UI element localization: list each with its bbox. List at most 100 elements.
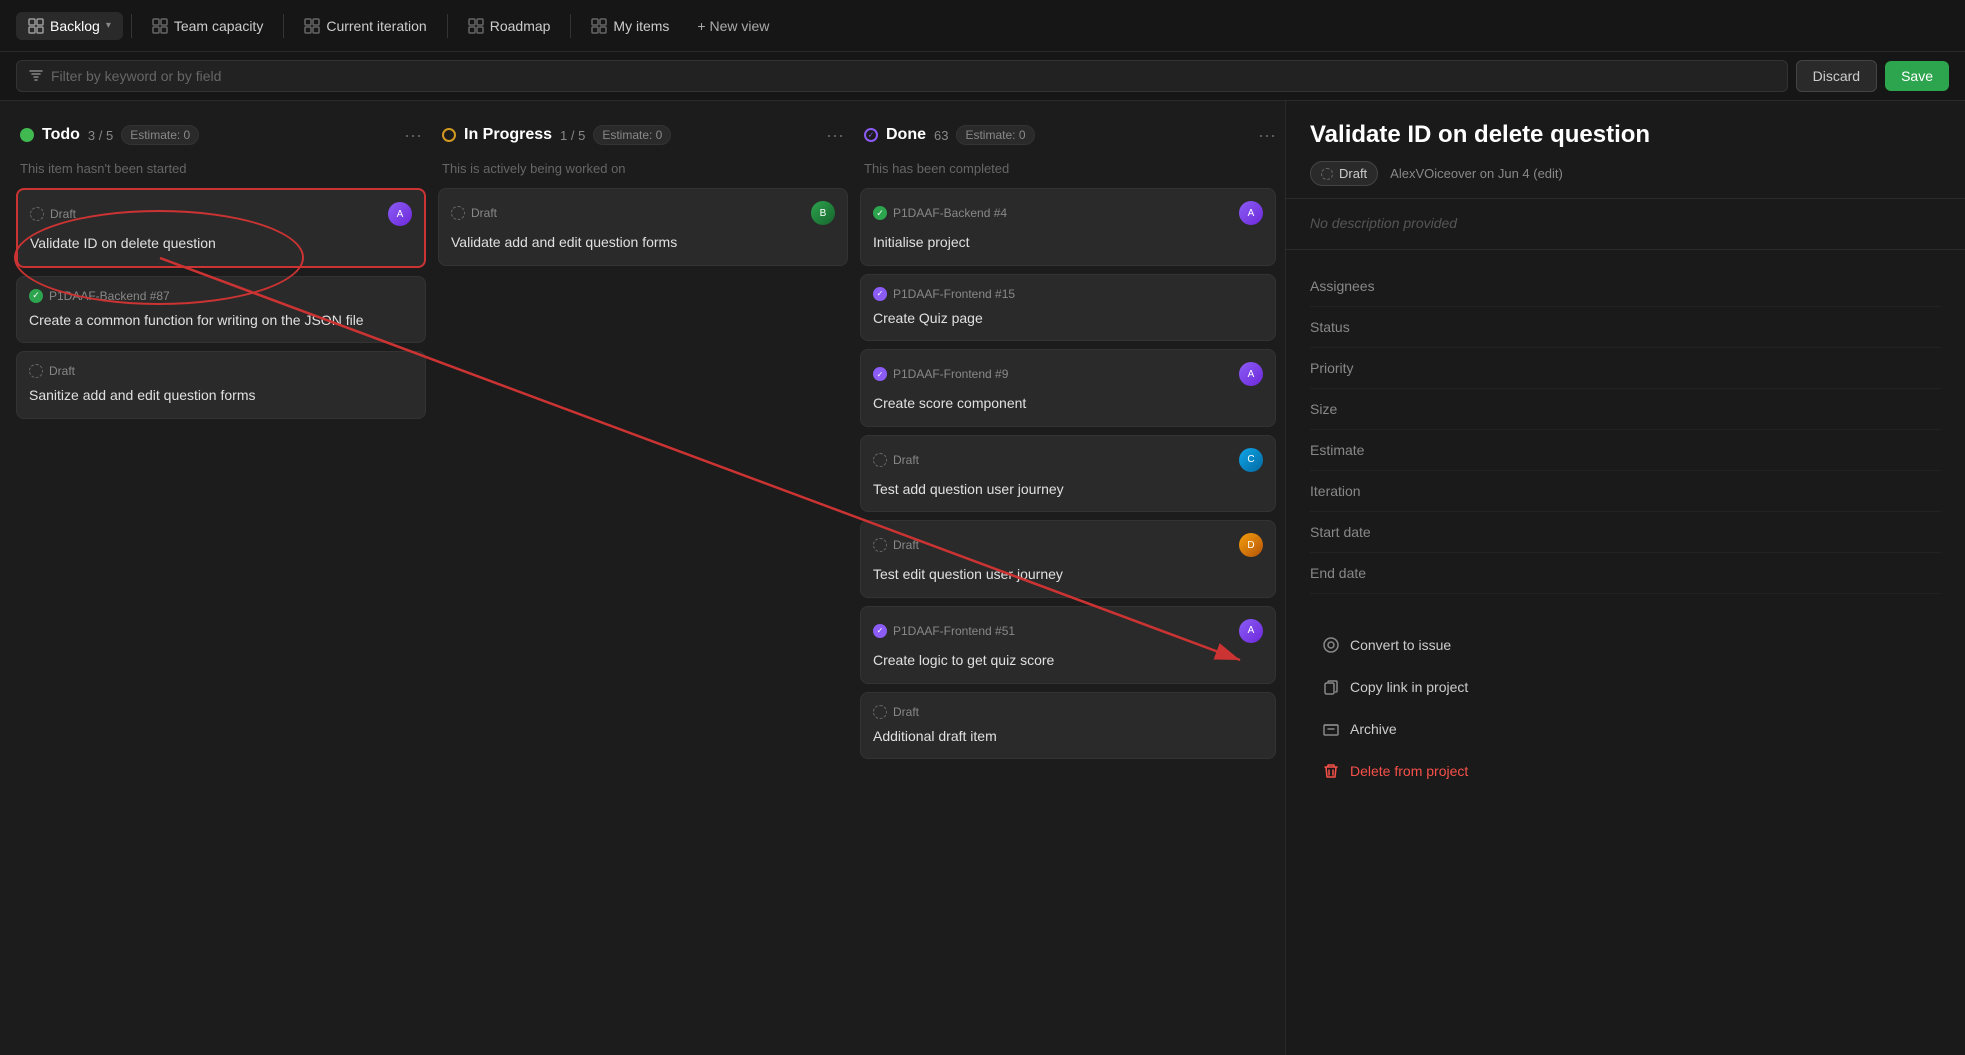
nav-current-iteration[interactable]: Current iteration	[292, 12, 438, 40]
card-validate-forms-avatar: B	[811, 201, 835, 225]
draft-icon-5	[873, 538, 887, 552]
nav-my-items[interactable]: My items	[579, 12, 681, 40]
card-validate-forms-title: Validate add and edit question forms	[451, 233, 835, 253]
todo-count: 3 / 5	[88, 128, 113, 143]
card-initialise-project[interactable]: ✓ P1DAAF-Backend #4 A Initialise project	[860, 188, 1276, 266]
new-view-label: + New view	[697, 18, 769, 34]
panel-title: Validate ID on delete question	[1310, 121, 1941, 149]
card-score-avatar: A	[1239, 362, 1263, 386]
discard-button[interactable]: Discard	[1796, 60, 1877, 92]
draft-icon-3	[451, 206, 465, 220]
card-extra-draft-label: Draft	[873, 705, 919, 719]
card-quiz-score[interactable]: P1DAAF-Frontend #51 A Create logic to ge…	[860, 606, 1276, 684]
card-validate-id-header: Draft A	[30, 202, 412, 226]
card-test-edit-journey[interactable]: Draft D Test edit question user journey	[860, 520, 1276, 598]
my-items-label: My items	[613, 18, 669, 34]
done-estimate: Estimate: 0	[956, 125, 1034, 145]
action-archive[interactable]: Archive	[1310, 710, 1941, 748]
backend-label-2: P1DAAF-Backend #4	[893, 206, 1007, 220]
frontend-icon-3	[873, 624, 887, 638]
field-size[interactable]: Size	[1310, 389, 1941, 430]
backlog-dropdown[interactable]: ▾	[106, 20, 111, 31]
backend-icon-2: ✓	[873, 206, 887, 220]
archive-label: Archive	[1350, 721, 1397, 737]
field-end-date[interactable]: End date	[1310, 553, 1941, 594]
nav-team-capacity[interactable]: Team capacity	[140, 12, 275, 40]
my-items-icon	[591, 18, 607, 34]
card-quiz-score-avatar: A	[1239, 619, 1263, 643]
field-estimate-label: Estimate	[1310, 442, 1450, 458]
panel-fields: Assignees Status Priority Size Estimate …	[1286, 250, 1965, 610]
card-validate-id-avatar: A	[388, 202, 412, 226]
card-json-function[interactable]: ✓ P1DAAF-Backend #87 Create a common fun…	[16, 276, 426, 344]
panel-meta: Draft AlexVOiceover on Jun 4 (edit)	[1310, 161, 1941, 186]
todo-more-menu[interactable]: ···	[404, 126, 422, 144]
nav-divider-3	[447, 14, 448, 38]
field-iteration[interactable]: Iteration	[1310, 471, 1941, 512]
filter-icon	[29, 69, 43, 83]
right-panel: Validate ID on delete question Draft Ale…	[1285, 101, 1965, 1055]
field-assignees[interactable]: Assignees	[1310, 266, 1941, 307]
field-start-date[interactable]: Start date	[1310, 512, 1941, 553]
card-test-edit-header: Draft D	[873, 533, 1263, 557]
current-iteration-label: Current iteration	[326, 18, 426, 34]
nav-roadmap[interactable]: Roadmap	[456, 12, 563, 40]
draft-label-text-3: Draft	[471, 206, 497, 220]
backend-icon: ✓	[29, 289, 43, 303]
field-status-label: Status	[1310, 319, 1450, 335]
new-view-button[interactable]: + New view	[685, 12, 781, 40]
action-delete[interactable]: Delete from project	[1310, 752, 1941, 790]
field-status[interactable]: Status	[1310, 307, 1941, 348]
card-sanitize-label: Draft	[29, 364, 75, 378]
nav-divider-4	[570, 14, 571, 38]
kanban-area: Todo 3 / 5 Estimate: 0 ··· This item has…	[0, 101, 1285, 1055]
column-inprogress-header: In Progress 1 / 5 Estimate: 0 ···	[438, 117, 848, 153]
card-test-add-label: Draft	[873, 453, 919, 467]
panel-author: AlexVOiceover on Jun 4 (edit)	[1390, 166, 1563, 181]
card-validate-forms[interactable]: Draft B Validate add and edit question f…	[438, 188, 848, 266]
column-todo: Todo 3 / 5 Estimate: 0 ··· This item has…	[16, 117, 426, 1039]
panel-body: No description provided	[1286, 199, 1965, 250]
inprogress-description: This is actively being worked on	[438, 161, 848, 180]
todo-status-dot	[20, 128, 34, 142]
card-quiz-page[interactable]: P1DAAF-Frontend #15 Create Quiz page	[860, 274, 1276, 342]
field-end-date-label: End date	[1310, 565, 1450, 581]
card-validate-forms-header: Draft B	[451, 201, 835, 225]
column-todo-header: Todo 3 / 5 Estimate: 0 ···	[16, 117, 426, 153]
card-test-edit-title: Test edit question user journey	[873, 565, 1263, 585]
column-done: Done 63 Estimate: 0 ··· This has been co…	[860, 117, 1280, 1039]
done-more-menu[interactable]: ···	[1258, 126, 1276, 144]
save-button[interactable]: Save	[1885, 61, 1949, 91]
top-nav: Backlog ▾ Team capacity Current iteratio…	[0, 0, 1965, 52]
copy-link-icon	[1322, 678, 1340, 696]
card-test-add-title: Test add question user journey	[873, 480, 1263, 500]
card-json-header: ✓ P1DAAF-Backend #87	[29, 289, 413, 303]
archive-icon	[1322, 720, 1340, 738]
filter-placeholder: Filter by keyword or by field	[51, 68, 221, 84]
card-json-label: ✓ P1DAAF-Backend #87	[29, 289, 170, 303]
card-sanitize-title: Sanitize add and edit question forms	[29, 386, 413, 406]
field-iteration-label: Iteration	[1310, 483, 1450, 499]
column-done-header: Done 63 Estimate: 0 ···	[860, 117, 1280, 153]
card-test-edit-avatar: D	[1239, 533, 1263, 557]
panel-draft-icon	[1321, 168, 1333, 180]
nav-backlog[interactable]: Backlog ▾	[16, 12, 123, 40]
card-validate-id[interactable]: Draft A Validate ID on delete question	[16, 188, 426, 268]
panel-actions: Convert to issue Copy link in project	[1286, 610, 1965, 806]
convert-icon	[1322, 636, 1340, 654]
nav-divider-1	[131, 14, 132, 38]
done-title: Done	[886, 126, 926, 144]
card-initialise-label: ✓ P1DAAF-Backend #4	[873, 206, 1007, 220]
field-priority[interactable]: Priority	[1310, 348, 1941, 389]
card-extra-draft[interactable]: Draft Additional draft item	[860, 692, 1276, 760]
card-score-component[interactable]: P1DAAF-Frontend #9 A Create score compon…	[860, 349, 1276, 427]
field-estimate[interactable]: Estimate	[1310, 430, 1941, 471]
card-sanitize[interactable]: Draft Sanitize add and edit question for…	[16, 351, 426, 419]
roadmap-label: Roadmap	[490, 18, 551, 34]
panel-draft-badge: Draft	[1310, 161, 1378, 186]
action-copy-link[interactable]: Copy link in project	[1310, 668, 1941, 706]
action-convert-to-issue[interactable]: Convert to issue	[1310, 626, 1941, 664]
card-test-add-journey[interactable]: Draft C Test add question user journey	[860, 435, 1276, 513]
inprogress-more-menu[interactable]: ···	[826, 126, 844, 144]
filter-input-container[interactable]: Filter by keyword or by field	[16, 60, 1788, 92]
